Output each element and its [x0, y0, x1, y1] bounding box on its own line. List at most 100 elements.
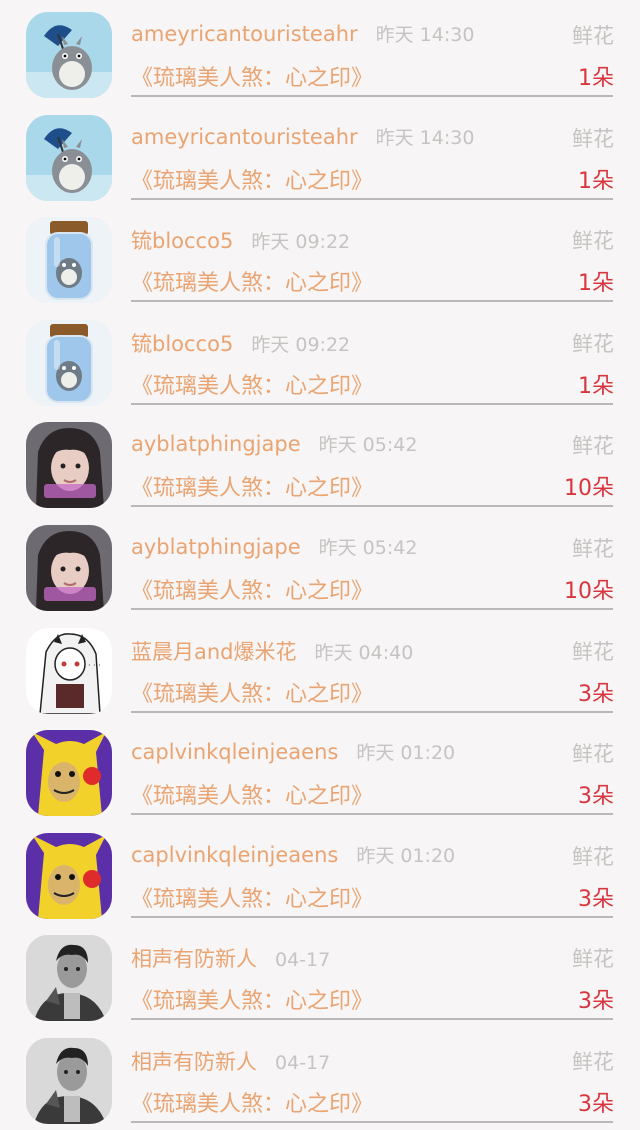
- gift-type-label: 鲜花: [572, 537, 614, 561]
- user-name-text[interactable]: 锍blocco5: [131, 229, 233, 253]
- user-name[interactable]: 锍blocco5 昨天 09:22: [131, 328, 350, 358]
- user-name-text[interactable]: ameyricantouristeahr: [131, 125, 358, 149]
- user-name[interactable]: ameyricantouristeahr 昨天 14:30: [131, 20, 474, 47]
- pikachu-meme-avatar[interactable]: [26, 730, 112, 817]
- gift-record-row[interactable]: ameyricantouristeahr 昨天 14:30 鲜花《琉璃美人煞：心之印…: [0, 103, 640, 206]
- user-name[interactable]: 锍blocco5 昨天 09:22: [131, 225, 350, 255]
- row-divider: [131, 608, 613, 610]
- gift-time: 昨天 05:42: [318, 434, 418, 457]
- gift-record-row[interactable]: 锍blocco5 昨天 09:22 鲜花《琉璃美人煞：心之印》 1朵: [0, 205, 640, 308]
- gift-count: 3朵: [578, 989, 614, 1015]
- gift-type-label: 鲜花: [572, 229, 614, 254]
- user-name[interactable]: caplvinkqleinjeaens 昨天 01:20: [131, 841, 455, 868]
- totoro-umbrella-avatar[interactable]: [26, 114, 112, 201]
- book-title-link[interactable]: 《琉璃美人煞：心之印》: [131, 60, 373, 92]
- gift-record-row[interactable]: ayblatphingjape 昨天 05:42 鲜花《琉璃美人煞：心之印》 10朵: [0, 410, 640, 513]
- book-title-link[interactable]: 《琉璃美人煞：心之印》: [131, 163, 373, 195]
- gift-count: 3朵: [578, 1092, 614, 1117]
- book-title-link[interactable]: 《琉璃美人煞：心之印》: [131, 778, 373, 810]
- gift-record-row[interactable]: 相声有防新人 04-17 鲜花《琉璃美人煞：心之印》 3朵: [0, 1026, 640, 1129]
- totoro-bottle-avatar[interactable]: [26, 217, 112, 304]
- user-name-text[interactable]: 相声有防新人: [131, 947, 257, 971]
- girl-photo-avatar[interactable]: [26, 422, 112, 509]
- row-divider: [131, 95, 613, 97]
- gift-record-row[interactable]: ayblatphingjape 昨天 05:42 鲜花《琉璃美人煞：心之印》 10朵: [0, 513, 640, 616]
- gift-type-label: 鲜花: [572, 639, 614, 664]
- gift-time: 昨天 14:30: [375, 24, 475, 46]
- book-title-link[interactable]: 《琉璃美人煞：心之印》: [131, 265, 373, 297]
- user-name[interactable]: ayblatphingjape 昨天 05:42: [131, 533, 417, 560]
- gift-record-row[interactable]: caplvinkqleinjeaens 昨天 01:20 鲜花《琉璃美人煞：心之印》…: [0, 718, 640, 821]
- anime-girl-avatar[interactable]: · · ·: [26, 627, 112, 714]
- gift-time: 昨天 04:40: [314, 641, 414, 664]
- gift-time: 昨天 05:42: [318, 537, 418, 559]
- gift-time: 昨天 01:20: [356, 844, 456, 867]
- girl-photo-avatar[interactable]: [26, 525, 112, 611]
- gift-type-label: 鲜花: [572, 844, 614, 869]
- row-divider: [131, 402, 613, 405]
- gift-time: 昨天 09:22: [251, 231, 351, 254]
- user-name-text[interactable]: 蓝晨月and爆米花: [131, 640, 297, 664]
- gift-record-row[interactable]: 锍blocco5 昨天 09:22 鲜花《琉璃美人煞：心之印》 1朵: [0, 308, 640, 411]
- user-name[interactable]: caplvinkqleinjeaens 昨天 01:20: [131, 738, 455, 765]
- totoro-bottle-avatar[interactable]: [26, 319, 112, 406]
- gift-count: 1朵: [578, 66, 614, 91]
- man-portrait-avatar[interactable]: [26, 1038, 112, 1124]
- row-divider: [131, 813, 613, 816]
- gift-count: 1朵: [578, 271, 614, 297]
- book-title-link[interactable]: 《琉璃美人煞：心之印》: [131, 983, 373, 1015]
- gift-type-label: 鲜花: [572, 126, 614, 151]
- pikachu-meme-avatar[interactable]: [26, 832, 112, 919]
- row-divider: [131, 1121, 613, 1123]
- gift-type-label: 鲜花: [572, 331, 614, 356]
- user-name[interactable]: ayblatphingjape 昨天 05:42: [131, 430, 417, 457]
- gift-time: 04-17: [275, 949, 331, 972]
- man-portrait-avatar[interactable]: [26, 935, 112, 1022]
- book-title-link[interactable]: 《琉璃美人煞：心之印》: [131, 1086, 373, 1118]
- user-name[interactable]: 蓝晨月and爆米花 昨天 04:40: [131, 636, 413, 666]
- gift-record-row[interactable]: caplvinkqleinjeaens 昨天 01:20 鲜花《琉璃美人煞：心之印》…: [0, 821, 640, 924]
- gift-count: 1朵: [578, 373, 614, 399]
- user-name-text[interactable]: ayblatphingjape: [131, 432, 301, 456]
- row-divider: [131, 505, 613, 508]
- user-name-text[interactable]: 相声有防新人: [131, 1050, 257, 1074]
- row-divider: [131, 710, 613, 713]
- book-title-link[interactable]: 《琉璃美人煞：心之印》: [131, 881, 373, 913]
- gift-count: 3朵: [578, 681, 614, 707]
- user-name[interactable]: 相声有防新人 04-17: [131, 943, 330, 973]
- user-name[interactable]: 相声有防新人 04-17: [131, 1046, 330, 1076]
- book-title-link[interactable]: 《琉璃美人煞：心之印》: [131, 470, 373, 502]
- gift-type-label: 鲜花: [572, 742, 614, 767]
- gift-time: 04-17: [275, 1052, 331, 1074]
- gift-count: 3朵: [578, 886, 614, 912]
- user-name-text[interactable]: ayblatphingjape: [131, 535, 301, 559]
- book-title-link[interactable]: 《琉璃美人煞：心之印》: [131, 676, 373, 708]
- svg-text:· · ·: · · ·: [88, 661, 101, 670]
- gift-record-row[interactable]: 相声有防新人 04-17 鲜花《琉璃美人煞：心之印》 3朵: [0, 923, 640, 1026]
- gift-time: 昨天 09:22: [251, 333, 351, 356]
- user-name-text[interactable]: caplvinkqleinjeaens: [131, 843, 338, 867]
- gift-count: 3朵: [578, 784, 614, 810]
- gift-type-label: 鲜花: [572, 1050, 614, 1074]
- gift-record-row[interactable]: · · · 蓝晨月and爆米花 昨天 04:40 鲜花《琉璃美人煞：心之印》 3朵: [0, 616, 640, 719]
- gift-count: 1朵: [578, 168, 614, 194]
- row-divider: [131, 197, 613, 200]
- gift-record-row[interactable]: ameyricantouristeahr 昨天 14:30 鲜花《琉璃美人煞：心之印…: [0, 0, 640, 103]
- gift-record-list: ameyricantouristeahr 昨天 14:30 鲜花 《琉璃美人煞：心之印…: [0, 0, 640, 1130]
- gift-count: 10朵: [564, 579, 614, 604]
- user-name-text[interactable]: caplvinkqleinjeaens: [131, 740, 338, 764]
- row-divider: [131, 1018, 613, 1021]
- totoro-umbrella-avatar[interactable]: [26, 12, 112, 98]
- user-name-text[interactable]: ameyricantouristeahr: [131, 22, 358, 46]
- gift-time: 昨天 14:30: [375, 126, 475, 149]
- book-title-link[interactable]: 《琉璃美人煞：心之印》: [131, 368, 373, 400]
- gift-type-label: 鲜花: [572, 24, 614, 48]
- book-title-link[interactable]: 《琉璃美人煞：心之印》: [131, 573, 373, 605]
- gift-type-label: 鲜花: [572, 947, 614, 972]
- row-divider: [131, 300, 613, 303]
- gift-count: 10朵: [564, 476, 614, 502]
- row-divider: [131, 915, 613, 918]
- gift-type-label: 鲜花: [572, 434, 614, 459]
- user-name[interactable]: ameyricantouristeahr 昨天 14:30: [131, 123, 474, 150]
- user-name-text[interactable]: 锍blocco5: [131, 332, 233, 356]
